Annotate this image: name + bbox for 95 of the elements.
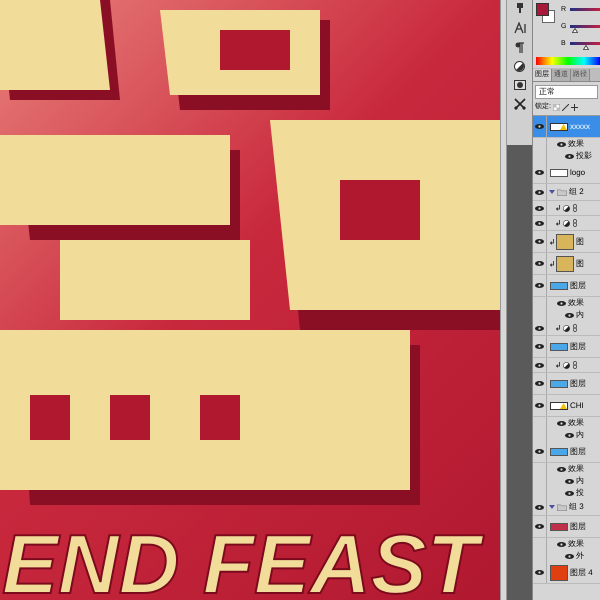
folder-icon xyxy=(557,188,567,196)
layer-name: xxxxx xyxy=(570,122,590,132)
group-name: 组 3 xyxy=(569,502,584,512)
layer-row[interactable]: logo xyxy=(533,162,600,184)
paragraph-icon[interactable] xyxy=(515,42,524,53)
scrollbar[interactable] xyxy=(500,0,507,600)
eye-icon[interactable] xyxy=(535,283,544,288)
eye-icon[interactable] xyxy=(565,312,574,318)
eye-icon[interactable] xyxy=(535,449,544,454)
adjustment-layer-row[interactable] xyxy=(533,321,600,336)
layer-row[interactable]: CHI xyxy=(533,395,600,417)
mask-icon[interactable] xyxy=(514,80,526,90)
warning-icon xyxy=(560,124,567,130)
adjustment-icon xyxy=(563,204,570,212)
layer-row[interactable]: 图层 xyxy=(533,275,600,297)
group-row[interactable]: 组 3 xyxy=(533,499,600,516)
effect-name: 内 xyxy=(576,476,584,486)
eye-icon[interactable] xyxy=(557,420,566,426)
chain-icon xyxy=(573,324,577,332)
eye-icon[interactable] xyxy=(535,326,544,330)
layer-name: 图层 xyxy=(570,446,586,456)
eye-icon[interactable] xyxy=(535,190,544,194)
layer-row[interactable]: 图层 xyxy=(533,373,600,395)
adjustment-icon[interactable] xyxy=(514,61,525,72)
eye-icon[interactable] xyxy=(535,381,544,386)
eye-icon[interactable] xyxy=(535,206,544,210)
eye-icon[interactable] xyxy=(535,170,544,175)
character-icon[interactable] xyxy=(514,22,526,34)
layer-name: 图层 xyxy=(570,378,586,388)
layer-name: 图 xyxy=(576,258,584,268)
effects-label: 效果 xyxy=(568,139,584,149)
disclosure-triangle-icon[interactable] xyxy=(549,505,555,509)
eye-icon[interactable] xyxy=(565,490,574,496)
effects-label: 效果 xyxy=(568,464,584,474)
layer-name: logo xyxy=(570,168,586,178)
adjustment-icon xyxy=(563,362,570,368)
eye-icon[interactable] xyxy=(535,362,544,368)
eye-icon[interactable] xyxy=(565,432,574,438)
scissors-icon[interactable] xyxy=(514,98,526,110)
eye-icon[interactable] xyxy=(565,154,574,158)
effects-label: 效果 xyxy=(568,298,584,308)
eye-icon[interactable] xyxy=(535,403,544,408)
eye-icon[interactable] xyxy=(535,124,544,129)
eye-icon[interactable] xyxy=(565,478,574,484)
disclosure-triangle-icon[interactable] xyxy=(549,190,555,194)
effect-name: 投 xyxy=(576,488,584,498)
layer-name: 图 xyxy=(576,236,584,246)
layer-name: CHI xyxy=(570,400,584,410)
warning-icon xyxy=(560,402,567,408)
color-spectrum[interactable] xyxy=(536,57,600,65)
eye-icon[interactable] xyxy=(535,504,544,510)
layer-row[interactable]: 图层 xyxy=(533,441,600,463)
banner-text: END FEAST xyxy=(0,522,500,600)
effect-name: 内 xyxy=(576,430,584,440)
folder-icon xyxy=(557,504,567,510)
adjustment-layer-row[interactable] xyxy=(533,201,600,216)
eye-icon[interactable] xyxy=(557,466,566,472)
adjustment-icon xyxy=(563,220,570,226)
blend-mode-dropdown[interactable]: 正常 xyxy=(535,85,598,99)
move-icon[interactable] xyxy=(570,104,578,110)
eye-icon[interactable] xyxy=(557,142,566,146)
effect-name: 投影 xyxy=(576,151,592,161)
chain-icon xyxy=(573,204,577,212)
group-row[interactable]: 组 2 xyxy=(533,184,600,201)
eye-icon[interactable] xyxy=(535,261,544,266)
effects-label: 效果 xyxy=(568,418,584,428)
chain-icon xyxy=(573,219,577,227)
eye-icon[interactable] xyxy=(557,542,566,546)
effect-name: 内 xyxy=(576,310,584,320)
layer-row[interactable]: 图 xyxy=(533,231,600,253)
eye-icon[interactable] xyxy=(535,524,544,529)
eye-icon[interactable] xyxy=(565,554,574,558)
eye-icon[interactable] xyxy=(535,570,544,575)
layer-row[interactable]: 图 xyxy=(533,253,600,275)
layer-name: 图层 xyxy=(570,522,586,532)
adjustment-layer-row[interactable] xyxy=(533,216,600,231)
eye-icon[interactable] xyxy=(557,300,566,306)
eye-icon[interactable] xyxy=(535,239,544,244)
layer-row[interactable]: 图层 xyxy=(533,336,600,358)
adjustment-layer-row[interactable] xyxy=(533,358,600,373)
effect-name: 外 xyxy=(576,551,584,561)
chain-icon xyxy=(573,361,577,369)
color-swatches[interactable] xyxy=(536,3,555,23)
layer-row[interactable]: 图层 4 xyxy=(533,562,600,584)
layer-name: 图层 xyxy=(570,342,586,352)
checkerboard-icon[interactable] xyxy=(552,104,560,110)
layer-name: 图层 xyxy=(570,280,586,290)
eye-icon[interactable] xyxy=(535,344,544,349)
adjustment-icon xyxy=(563,324,570,332)
slider-track[interactable] xyxy=(570,8,600,10)
group-name: 组 2 xyxy=(569,187,584,197)
effects-label: 效果 xyxy=(568,539,584,549)
eye-icon[interactable] xyxy=(535,220,544,226)
layer-name: 图层 4 xyxy=(570,568,593,578)
layer-row[interactable]: 图层 xyxy=(533,516,600,538)
